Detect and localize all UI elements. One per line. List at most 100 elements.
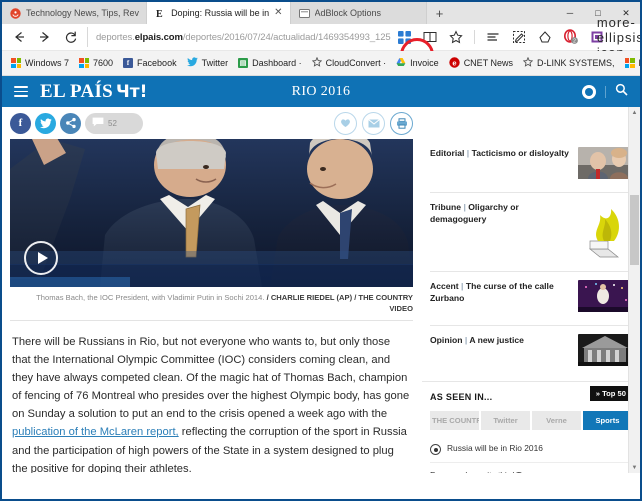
favorite-cnet[interactable]: e CNET News (444, 52, 518, 74)
list-item[interactable]: Accent | The curse of the calle Zurbano (430, 272, 632, 326)
sidebar-item-kicker: Editorial (430, 148, 465, 158)
drive-icon (396, 57, 406, 69)
sidebar-item-kicker: Opinion (430, 335, 463, 345)
article-video-thumbnail[interactable] (10, 139, 413, 287)
star-icon (311, 56, 322, 69)
browser-chrome: Technology News, Tips, Rev E Doping: Rus… (2, 2, 640, 76)
tab-twitter[interactable]: Twitter (481, 411, 530, 430)
top-50-badge[interactable]: » Top 50 (589, 386, 632, 401)
divider (474, 30, 475, 44)
new-tab-button[interactable]: + (426, 2, 453, 24)
browser-tab-2[interactable]: E Doping: Russia will be in ✕ (147, 2, 291, 24)
favorite-label: Twitter (201, 58, 229, 68)
web-note-icon[interactable] (506, 25, 532, 49)
sidebar-item-title: Tacticismo or disloyalty (471, 148, 569, 158)
search-icon[interactable] (615, 83, 628, 101)
favorites-bar: Windows 7 7600 f Facebook Twitter ▤ Dash… (2, 51, 640, 76)
more-ellipsis-icon[interactable]: more-ellipsis-icon (597, 15, 640, 60)
hamburger-menu-icon[interactable] (14, 86, 28, 97)
article-paragraph-1: There will be Russians in Rio, but not e… (12, 333, 411, 473)
svg-text:E: E (156, 9, 163, 19)
article-column: f 52 Thomas Bach, the IOC President, wit… (2, 107, 421, 473)
share-more-button[interactable] (60, 112, 81, 134)
favorite-invoice[interactable]: Invoice (391, 52, 444, 74)
scrollbar-thumb[interactable] (630, 195, 639, 265)
list-item[interactable]: Opinion | A new justice (430, 326, 632, 379)
sidebar-item-text: Tribune | Oligarchy or demagoguery (430, 201, 570, 225)
list-item[interactable]: Tribune | Oligarchy or demagoguery (430, 193, 632, 272)
list-item[interactable]: Editorial | Tacticismo or disloyalty (430, 139, 632, 193)
site-brand-mark: Чт! (116, 81, 148, 102)
tab-sports[interactable]: Sports (583, 411, 632, 430)
account-icon[interactable] (582, 84, 596, 99)
sidebar-item-kicker: Tribune (430, 202, 462, 212)
reading-view-icon[interactable] (417, 25, 443, 49)
separator: | (464, 335, 468, 345)
tab-strip: Technology News, Tips, Rev E Doping: Rus… (2, 2, 640, 24)
favorite-label: Facebook (137, 58, 177, 68)
facebook-share-button[interactable]: f (10, 112, 31, 134)
star-icon[interactable] (443, 25, 469, 49)
news-title: Russia will be in Rio 2016 (447, 443, 543, 453)
tab-title: Technology News, Tips, Rev (26, 8, 140, 18)
play-button[interactable] (24, 241, 58, 275)
site-header: EL PAÍS Чт! RIO 2016 (2, 76, 640, 107)
mclaren-report-link[interactable]: publication of the McLaren report, (12, 426, 179, 438)
browser-tab-3[interactable]: AdBlock Options (290, 2, 427, 24)
favorite-cloudconvert[interactable]: CloudConvert · (307, 52, 392, 74)
tab-verne[interactable]: Verne (532, 411, 581, 430)
navigation-bar: deportes.elpais.com/deportes/2016/07/24/… (2, 15, 640, 72)
sidebar-item-text: Accent | The curse of the calle Zurbano (430, 280, 570, 304)
heart-icon[interactable] (334, 111, 357, 135)
twitter-share-button[interactable] (35, 112, 56, 134)
scroll-up-arrow[interactable]: ▲ (629, 107, 640, 118)
favorite-profile[interactable]: Profile (620, 52, 640, 74)
favorite-label: CloudConvert · (325, 58, 387, 68)
thumb-politicians (578, 147, 632, 184)
caption-credit-2: VIDEO (389, 304, 413, 314)
cnet-icon: e (448, 56, 460, 70)
favorite-windows7[interactable]: Windows 7 (6, 52, 74, 74)
translate-icon[interactable] (391, 25, 417, 49)
page-body: f 52 Thomas Bach, the IOC President, wit… (2, 107, 640, 473)
favorite-twitter[interactable]: Twitter (182, 52, 234, 74)
tab-the-country[interactable]: THE COUNTRY (430, 411, 479, 430)
dashboard-icon: ▤ (238, 58, 249, 68)
favorite-7600[interactable]: 7600 (74, 52, 118, 74)
favorite-label: Windows 7 (25, 58, 70, 68)
minimize-button[interactable]: ─ (556, 2, 584, 24)
envelope-icon[interactable] (362, 111, 385, 135)
favorite-facebook[interactable]: f Facebook (118, 52, 182, 74)
favorite-dlink[interactable]: D-LINK SYSTEMS, (518, 52, 620, 74)
favorite-label: D-LINK SYSTEMS, (537, 58, 615, 68)
news-title: Froome closes its third Tour (430, 470, 533, 473)
list-item[interactable]: Froome closes its third Tour (430, 463, 632, 473)
favorite-dashboard[interactable]: ▤ Dashboard · (233, 52, 307, 74)
thumb-illustration (578, 201, 632, 263)
comments-button[interactable]: 52 (85, 112, 143, 134)
refresh-icon[interactable] (58, 25, 84, 49)
thumb-courthouse (578, 334, 632, 371)
forward-icon[interactable] (32, 25, 58, 49)
twitter-icon (186, 57, 198, 69)
comments-count: 52 (108, 118, 117, 128)
printer-icon[interactable] (390, 111, 413, 135)
tab-close-button[interactable]: ✕ (274, 8, 282, 18)
site-brand[interactable]: EL PAÍS (40, 82, 113, 101)
back-icon[interactable] (6, 25, 32, 49)
share-icon[interactable] (532, 25, 558, 49)
address-bar[interactable]: deportes.elpais.com/deportes/2016/07/24/… (87, 27, 391, 47)
comment-bubble-icon (92, 117, 104, 129)
elpais-icon: E (155, 8, 166, 20)
hub-lines-icon[interactable] (480, 25, 506, 49)
list-item[interactable]: Russia will be in Rio 2016 (430, 436, 632, 463)
scroll-down-arrow[interactable]: ▼ (629, 462, 640, 473)
windows-logo-icon (624, 58, 635, 68)
separator: | (461, 281, 464, 291)
sidebar-item-title: A new justice (469, 335, 524, 345)
page-scrollbar[interactable]: ▲ ▼ (628, 107, 640, 473)
browser-tab-1[interactable]: Technology News, Tips, Rev (2, 2, 148, 24)
nav-right-icons: 2 more-ellipsis-icon (391, 15, 640, 60)
opera-extension-icon[interactable]: 2 (558, 25, 584, 49)
caption-credit: / CHARLIE RIEDEL (AP) / THE COUNTRY (266, 293, 413, 302)
